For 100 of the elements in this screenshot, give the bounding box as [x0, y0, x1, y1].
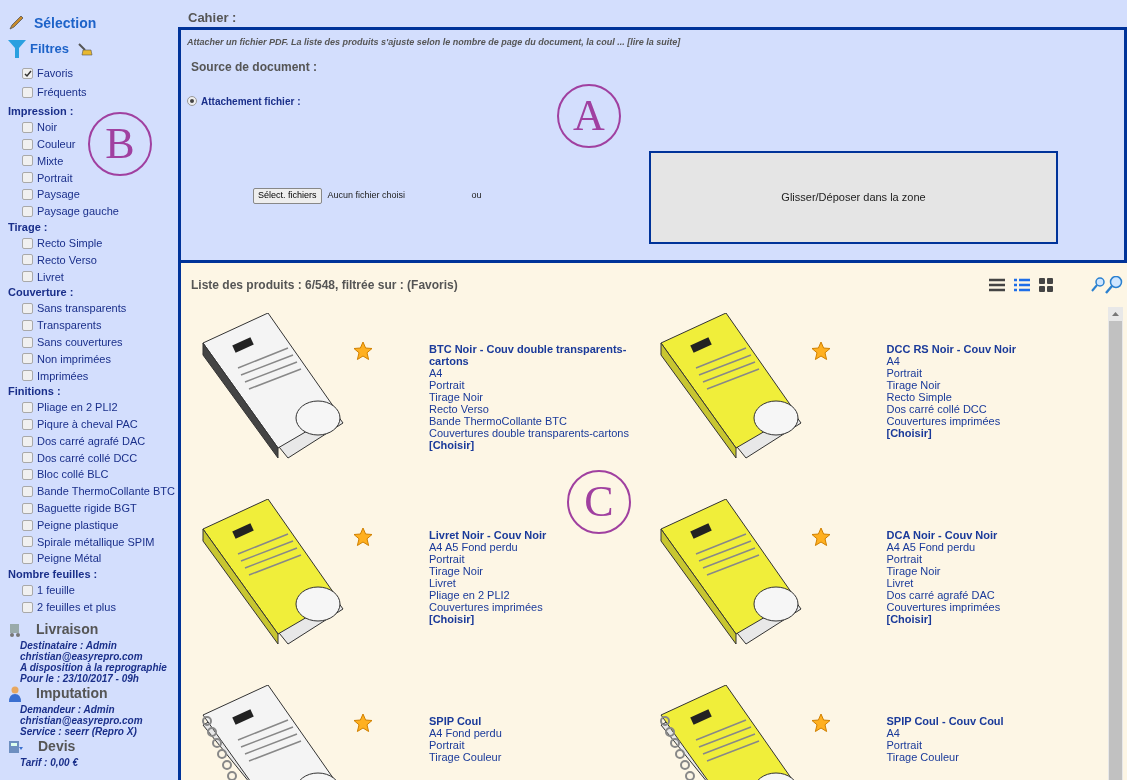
filter-option[interactable]: Spirale métallique SPIM	[37, 533, 155, 551]
filter-option[interactable]: Livret	[37, 268, 64, 285]
filter-group-heading: Nombre feuilles :	[8, 567, 99, 583]
checkbox[interactable]	[22, 469, 33, 481]
checkbox[interactable]	[22, 138, 33, 150]
grid-view-icon[interactable]	[1039, 278, 1053, 292]
checkbox[interactable]	[22, 502, 33, 514]
zoom-out-icon[interactable]	[1091, 277, 1105, 293]
filter-option[interactable]: Favoris	[37, 65, 74, 82]
info-text: Tarif : 0,00 €	[19, 756, 80, 768]
details-view-icon[interactable]	[1014, 278, 1030, 292]
product-attribute: A4 Fond perdu	[429, 727, 503, 739]
checkbox[interactable]	[22, 370, 33, 382]
choose-link[interactable]: [Choisir]	[429, 439, 629, 451]
checkbox[interactable]	[22, 486, 33, 498]
star-icon[interactable]	[353, 527, 373, 547]
filter-option[interactable]: Imprimées	[37, 367, 89, 384]
product-attribute: A4 A5 Fond perdu	[429, 541, 519, 553]
filter-option[interactable]: Baguette rigide BGT	[37, 500, 137, 517]
product-attribute: Recto Verso	[429, 403, 490, 415]
checkbox[interactable]	[22, 353, 33, 365]
checkbox[interactable]	[22, 418, 33, 430]
product-attribute: Tirage Couleur	[886, 751, 960, 763]
checkbox[interactable]	[22, 121, 33, 133]
radio-button[interactable]	[187, 96, 197, 106]
filter-option[interactable]: Sans couvertures	[37, 333, 123, 351]
checkbox[interactable]	[22, 519, 33, 531]
star-icon[interactable]	[810, 713, 831, 733]
product-attribute: A4	[429, 367, 444, 379]
checkbox[interactable]	[22, 601, 33, 613]
checkbox[interactable]	[22, 319, 33, 331]
filter-option[interactable]: Recto Simple	[37, 234, 103, 252]
scrollbar[interactable]	[1108, 307, 1123, 780]
zoom-in-icon[interactable]	[1105, 276, 1123, 294]
checkbox[interactable]	[22, 155, 33, 167]
star-icon[interactable]	[810, 527, 831, 547]
product-name: DCA Noir - Couv Noir	[886, 529, 999, 541]
star-icon[interactable]	[810, 341, 831, 361]
star-icon[interactable]	[353, 713, 373, 733]
filter-option[interactable]: Sans transparents	[37, 300, 127, 317]
read-more-link[interactable]: [lire la suite]	[627, 37, 681, 47]
checkbox[interactable]	[22, 237, 33, 249]
checkbox[interactable]	[22, 271, 33, 283]
annotation-letter: A	[557, 84, 621, 148]
filter-option[interactable]: Non imprimées	[37, 350, 111, 368]
checkbox[interactable]	[22, 585, 33, 596]
product-attribute: Dos carré agrafé DAC	[886, 589, 996, 601]
filter-option[interactable]: Peigne plastique	[37, 516, 119, 534]
filter-option[interactable]: Dos carré agrafé DAC	[37, 432, 146, 450]
checkbox[interactable]	[22, 553, 33, 565]
filter-option[interactable]: Peigne Métal	[37, 550, 102, 567]
filter-option[interactable]: Bande ThermoCollante BTC	[37, 483, 175, 500]
checkbox[interactable]	[22, 452, 33, 464]
filter-option[interactable]: Mixte	[37, 152, 64, 170]
checkbox[interactable]	[22, 435, 33, 447]
star-icon[interactable]	[353, 341, 373, 361]
choose-link[interactable]: [Choisir]	[886, 613, 1087, 625]
cart-icon	[8, 621, 22, 638]
checkbox[interactable]	[22, 205, 33, 217]
radio-label[interactable]: Attachement fichier :	[201, 93, 301, 109]
filter-option[interactable]: Transparents	[37, 317, 102, 334]
checkbox[interactable]	[22, 336, 33, 348]
drop-zone[interactable]: Glisser/Déposer dans la zone	[649, 150, 1058, 244]
page-header: Cahier :	[187, 9, 238, 27]
section-title: Filtres	[30, 40, 69, 59]
checkbox[interactable]	[22, 303, 33, 315]
checkbox[interactable]	[22, 189, 33, 201]
filter-option[interactable]: Couleur	[37, 135, 76, 153]
product-attribute: Tirage Noir	[429, 391, 484, 403]
filter-option[interactable]: Piqure à cheval PAC	[37, 416, 138, 433]
filter-option[interactable]: Paysage	[37, 186, 80, 203]
choose-link[interactable]: [Choisir]	[429, 613, 629, 625]
checkbox[interactable]	[22, 402, 33, 414]
filter-option[interactable]: Paysage gauche	[37, 203, 119, 220]
filter-option[interactable]: 1 feuille	[37, 582, 75, 599]
product-name: SPIP Coul - Couv Coul	[886, 715, 1005, 727]
product-attribute: Livret	[886, 577, 915, 589]
checkbox[interactable]	[22, 254, 33, 266]
filter-option[interactable]: Noir	[37, 119, 58, 136]
checkbox[interactable]	[22, 536, 33, 548]
filter-option[interactable]: Bloc collé BLC	[37, 466, 109, 483]
section-title: Imputation	[36, 684, 108, 704]
filter-option[interactable]: Recto Verso	[37, 251, 97, 269]
checkbox[interactable]	[22, 87, 33, 98]
filter-option[interactable]: Dos carré collé DCC	[37, 449, 138, 467]
filter-option[interactable]: 2 feuilles et plus	[37, 599, 116, 616]
info-text: Demandeur : Admin	[19, 703, 116, 715]
broom-icon[interactable]	[77, 42, 93, 56]
choose-link[interactable]: [Choisir]	[886, 427, 1087, 439]
product-name: DCC RS Noir - Couv Noir	[886, 343, 1018, 355]
filter-option[interactable]: Pliage en 2 PLI2	[37, 399, 118, 416]
filter-option[interactable]: Portrait	[37, 169, 73, 187]
filter-option[interactable]: Fréquents	[37, 84, 87, 101]
checkbox[interactable]	[22, 172, 33, 184]
list-view-icon[interactable]	[989, 278, 1005, 292]
product-attribute: Recto Simple	[886, 391, 953, 403]
filter-group-heading: Impression :	[8, 104, 75, 119]
checkbox[interactable]	[22, 68, 33, 79]
filter-group-heading: Finitions :	[8, 384, 62, 400]
file-select-button[interactable]: Sélect. fichiers	[253, 187, 322, 204]
